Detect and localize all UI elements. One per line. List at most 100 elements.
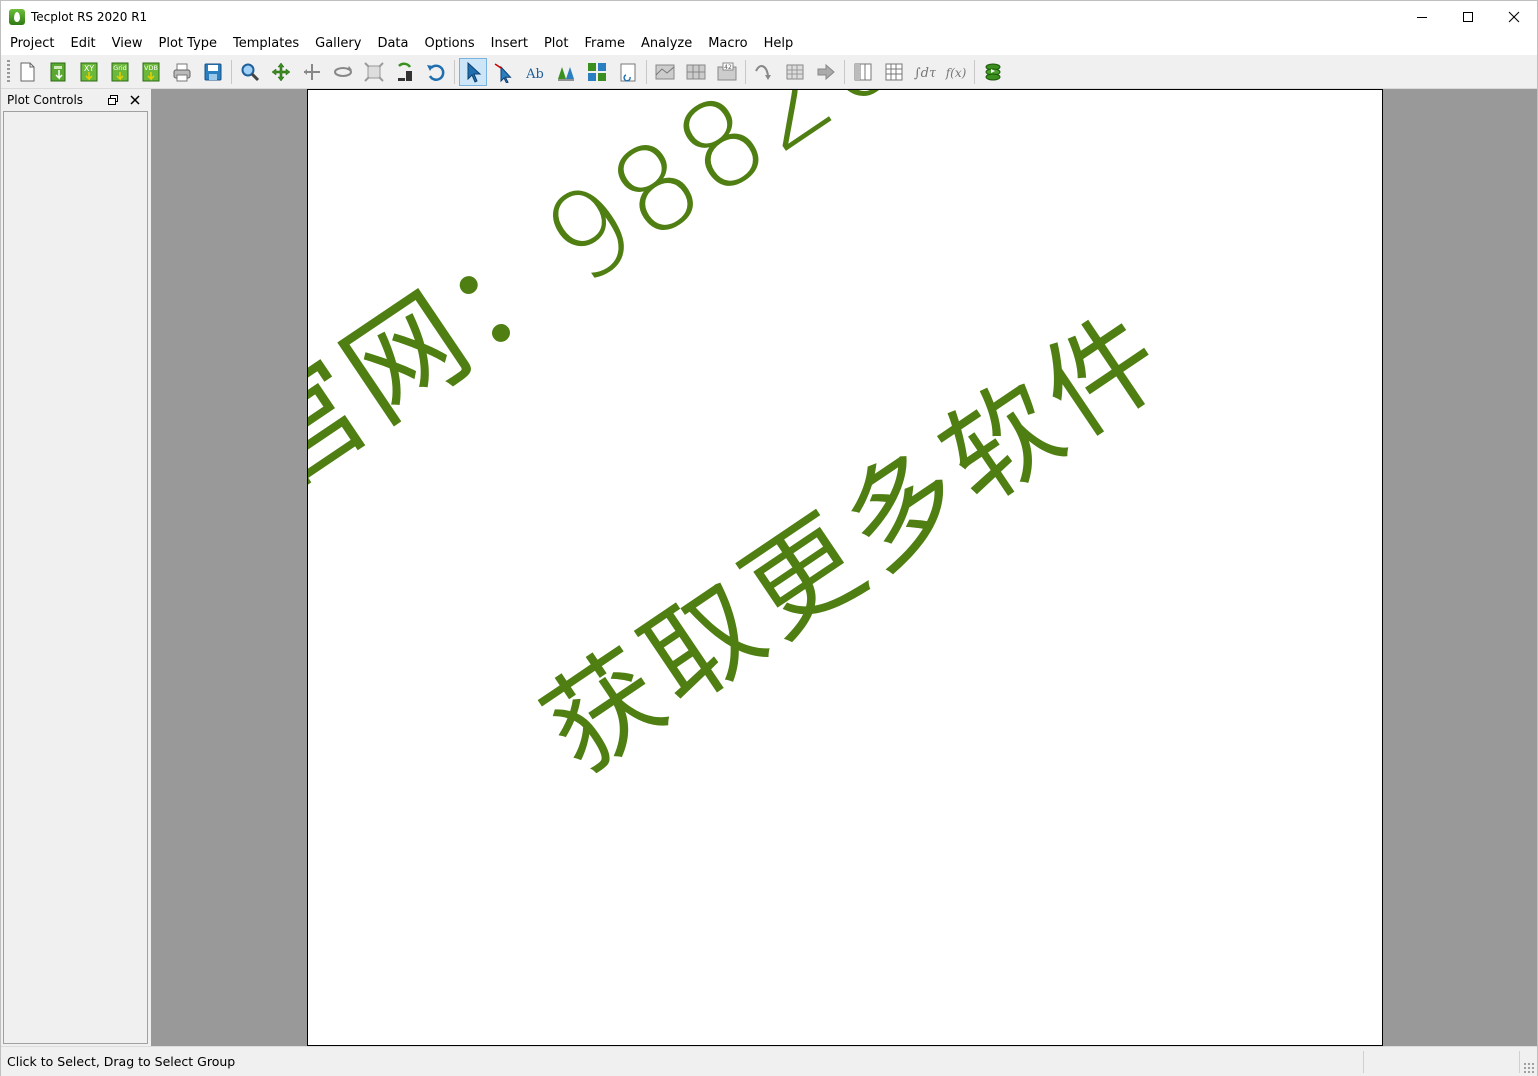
move-arrows-icon (271, 62, 291, 82)
extract-button[interactable] (812, 58, 840, 86)
watermark-slogan-text: 获取更多软件 (521, 286, 1192, 798)
menu-view[interactable]: View (104, 32, 151, 55)
load-grid-data-button[interactable]: Grid (106, 58, 134, 86)
printer-icon (173, 63, 191, 82)
probe-number-label: 42 (724, 64, 732, 71)
slice-icon (786, 64, 804, 80)
slice-button[interactable] (781, 58, 809, 86)
menu-edit[interactable]: Edit (62, 32, 103, 55)
menu-plot-type[interactable]: Plot Type (151, 32, 226, 55)
new-layout-button[interactable] (13, 58, 41, 86)
menu-bar: Project Edit View Plot Type Templates Ga… (1, 32, 1537, 55)
probe-icon: 42 (717, 62, 737, 81)
window-title: Tecplot RS 2020 R1 (31, 9, 148, 24)
data-table-button[interactable] (880, 58, 908, 86)
text-tool-button[interactable]: Ab (521, 58, 549, 86)
selector-tool-button[interactable] (459, 58, 487, 86)
shapes-icon (558, 67, 574, 81)
close-window-button[interactable] (1491, 1, 1537, 32)
menu-gallery[interactable]: Gallery (307, 32, 369, 55)
adjustor-tool-button[interactable] (490, 58, 518, 86)
rotate-icon (334, 66, 352, 77)
integral-icon: ∫dτ (914, 66, 936, 81)
redraw-button[interactable] (391, 58, 419, 86)
mesh-button[interactable] (682, 58, 710, 86)
translate-button[interactable] (267, 58, 295, 86)
columns-icon (854, 63, 872, 81)
new-frame-icon (620, 63, 636, 82)
load-vdb-data-button[interactable]: VDB (137, 58, 165, 86)
menu-frame[interactable]: Frame (576, 32, 633, 55)
menu-insert[interactable]: Insert (483, 32, 536, 55)
plot-frame[interactable]: 官网：9882026.com 获取更多软件 (307, 89, 1383, 1046)
close-icon (130, 95, 140, 105)
close-icon (1508, 11, 1520, 22)
minimize-button[interactable] (1399, 1, 1445, 32)
load-grid-icon: Grid (111, 62, 129, 82)
frame-layout-button[interactable] (583, 58, 611, 86)
table-icon (885, 63, 903, 81)
menu-project[interactable]: Project (2, 32, 62, 55)
fit-frame-button[interactable] (360, 58, 388, 86)
rotate-button[interactable] (329, 58, 357, 86)
new-frame-button[interactable] (614, 58, 642, 86)
menu-help[interactable]: Help (756, 32, 802, 55)
maximize-icon (1463, 11, 1473, 22)
status-pane-divider (1363, 1051, 1364, 1073)
panel-title: Plot Controls (7, 93, 84, 107)
contour-icon (655, 64, 675, 80)
menu-plot[interactable]: Plot (536, 32, 577, 55)
geometry-tool-button[interactable] (552, 58, 580, 86)
window-controls (1399, 1, 1537, 32)
menu-options[interactable]: Options (416, 32, 482, 55)
zoom-button[interactable] (236, 58, 264, 86)
axis-shift-button[interactable] (298, 58, 326, 86)
panel-close-button[interactable] (128, 93, 142, 107)
main-toolbar: XY Grid VDB Ab 42 ∫dτ f(x) (1, 55, 1537, 89)
animate-button[interactable] (979, 58, 1007, 86)
toolbar-separator (745, 60, 746, 84)
toolbar-separator (231, 60, 232, 84)
animate-icon (985, 63, 1001, 81)
menu-templates[interactable]: Templates (225, 32, 307, 55)
menu-analyze[interactable]: Analyze (633, 32, 700, 55)
load-xy-icon: XY (80, 62, 98, 82)
minimize-icon (1417, 16, 1427, 18)
toolbar-separator (646, 60, 647, 84)
menu-macro[interactable]: Macro (700, 32, 755, 55)
specify-equations-button[interactable]: f(x) (942, 58, 970, 86)
watermark-url-text: 官网：9882026.com (307, 89, 1311, 517)
status-bar: Click to Select, Drag to Select Group (1, 1046, 1537, 1076)
xy-label: XY (84, 64, 94, 73)
float-window-icon (108, 95, 118, 105)
menu-data[interactable]: Data (369, 32, 416, 55)
tecplot-logo-icon (9, 8, 25, 25)
status-text: Click to Select, Drag to Select Group (7, 1054, 236, 1069)
streamtrace-icon (755, 65, 771, 80)
panel-body (3, 111, 148, 1044)
streamtrace-button[interactable] (750, 58, 778, 86)
toolbar-grip[interactable] (7, 60, 10, 84)
probe-value-button[interactable]: 42 (713, 58, 741, 86)
workspace[interactable]: 官网：9882026.com 获取更多软件 (151, 89, 1537, 1046)
save-button[interactable] (199, 58, 227, 86)
axis-shift-icon (304, 64, 320, 80)
toolbar-separator (844, 60, 845, 84)
toolbar-separator (454, 60, 455, 84)
redraw-icon (398, 62, 412, 81)
maximize-button[interactable] (1445, 1, 1491, 32)
data-columns-button[interactable] (849, 58, 877, 86)
grid-label: Grid (113, 64, 127, 72)
resize-grip[interactable] (1523, 1062, 1535, 1074)
panel-header: Plot Controls (3, 91, 148, 109)
integrate-button[interactable]: ∫dτ (911, 58, 939, 86)
toolbar-separator (974, 60, 975, 84)
panel-float-button[interactable] (106, 93, 120, 107)
load-xy-data-button[interactable]: XY (75, 58, 103, 86)
contour-button[interactable] (651, 58, 679, 86)
mesh-icon (686, 64, 706, 80)
open-layout-button[interactable] (44, 58, 72, 86)
undo-button[interactable] (422, 58, 450, 86)
text-tool-label: Ab (525, 67, 544, 82)
print-button[interactable] (168, 58, 196, 86)
